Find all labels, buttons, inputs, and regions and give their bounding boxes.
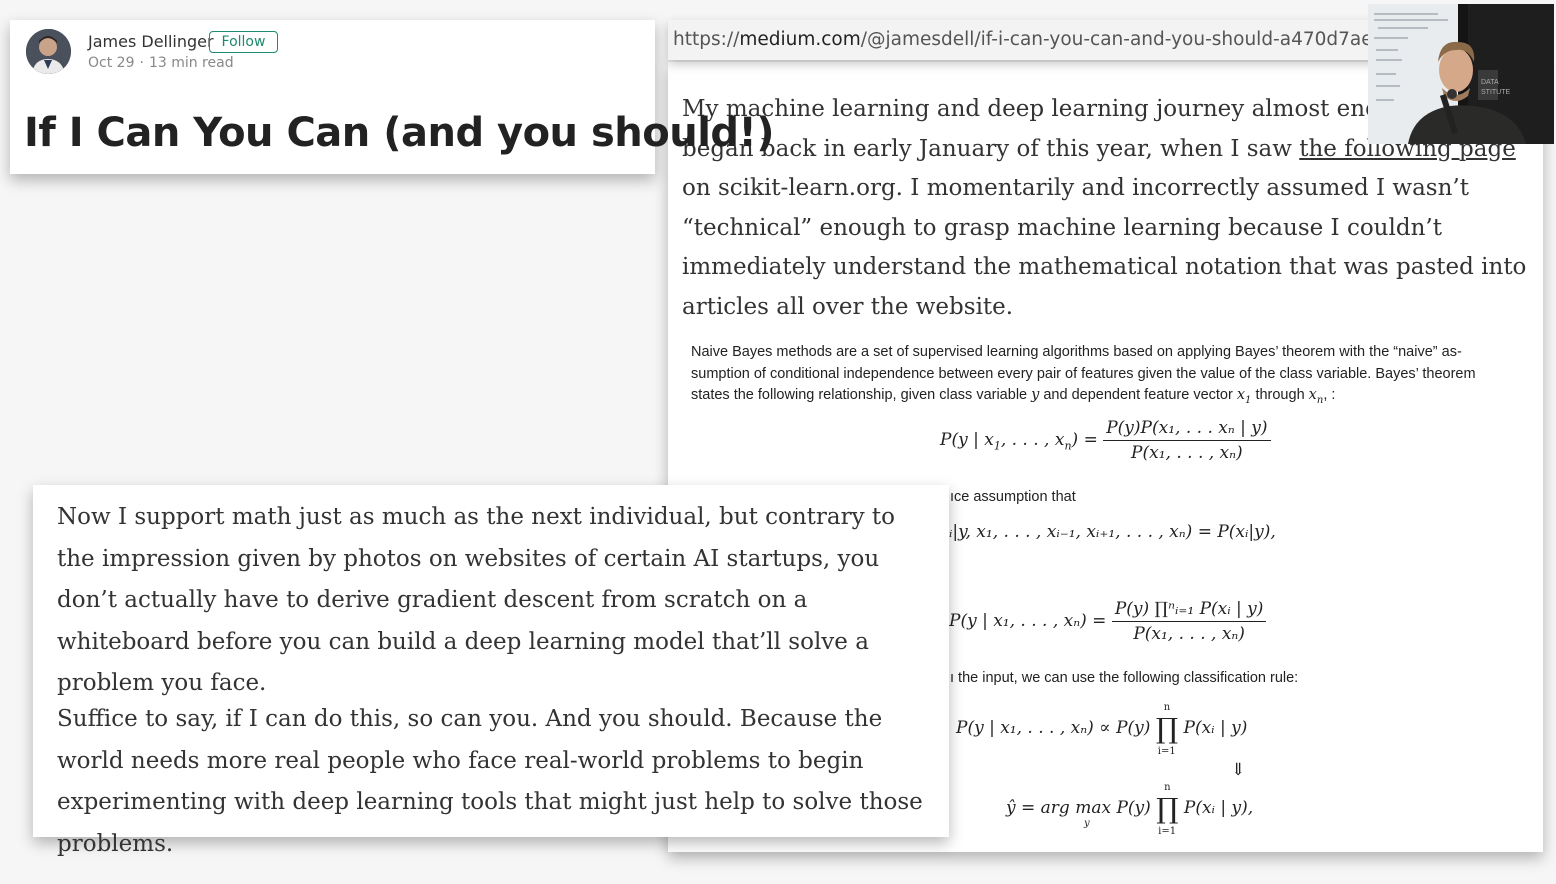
eq1-fraction: P(y)P(x₁, . . . xₙ | y) P(x₁, . . . , xₙ) [1103,418,1271,463]
independence-equation: ᵢ|y, x₁, . . . , xᵢ₋₁, xᵢ₊₁, . . . , xₙ)… [949,522,1276,542]
bayes-equation-simplified: P(y | x₁, . . . , xₙ) = P(y) ∏ⁿᵢ₌₁ P(xᵢ … [949,599,1267,644]
sklearn-intro-mid: and dependent feature vector [1039,387,1237,403]
post-date: Oct 29 [88,55,135,71]
var-x1: x1 [1236,387,1252,406]
eq1-lhs: P(y | x1, . . . , xn) = [940,430,1098,453]
post-title: If I Can You Can (and you should!) [24,110,775,156]
sklearn-intro: Naive Bayes methods are a set of supervi… [691,342,1511,411]
product-symbol-2: ∏ n i=1 [1156,782,1179,837]
browser-url-bar[interactable]: https://medium.com/@jamesdell/if-i-can-y… [668,20,1419,60]
assumption-text: ıce assumption that [950,489,1076,505]
read-time: 13 min read [148,55,234,71]
bayes-equation-1: P(y | x1, . . . , xn) = P(y)P(x₁, . . . … [940,418,1271,463]
sklearn-intro-through: through [1251,387,1309,403]
proportional-equation: P(y | x₁, . . . , xₙ) ∝ P(y) ∏ n i=1 P(xᵢ … [956,702,1248,757]
quote-card: Now I support math just as much as the n… [33,485,949,857]
webcam-overlay: DATA STITUTE [1368,4,1554,144]
argmax-equation: ŷ = arg max P(y) y ∏ n i=1 P(xᵢ | y), [1006,782,1254,837]
follow-button[interactable]: Follow [209,31,278,53]
quote-paragraph-2: Suffice to say, if I can do this, so can… [57,706,923,857]
product-symbol: ∏ n i=1 [1155,702,1179,757]
article-header-card: James Dellinger Follow Oct 29 · 13 min rea… [10,20,775,174]
quote-paragraph-1: Now I support math just as much as the n… [57,504,896,696]
eq5-left: ŷ = arg max P(y) y [1006,798,1151,829]
presenter-video: DATA STITUTE [1368,4,1554,144]
var-xn: xn [1308,387,1324,406]
article-text-part2: began back in early January of this year… [682,135,1300,162]
author-name[interactable]: James Dellinger [88,32,214,51]
svg-text:DATA: DATA [1481,79,1499,86]
classification-rule-text: ı the input, we can use the following cl… [950,670,1299,686]
post-meta: Oct 29 · 13 min read [88,55,234,71]
eq5-right: P(xᵢ | y), [1183,798,1254,818]
eq4-right: P(xᵢ | y) [1183,718,1248,738]
sklearn-intro-end: , : [1323,387,1336,403]
meta-separator: · [139,55,144,71]
eq3-lhs: P(y | x₁, . . . , xₙ) = [949,611,1107,631]
eq3-fraction: P(y) ∏ⁿᵢ₌₁ P(xᵢ | y) P(x₁, . . . , xₙ) [1111,599,1267,644]
svg-text:STITUTE: STITUTE [1481,89,1510,96]
implies-arrow: ⇓ [1231,760,1246,780]
article-text-part1: My machine learning and deep learning jo… [682,96,1431,122]
author-avatar[interactable] [26,29,71,74]
article-text-part3: on scikit-learn.org. I momentarily and i… [682,175,1527,320]
url-text[interactable]: https://medium.com/@jamesdell/if-i-can-y… [673,29,1419,50]
eq4-left: P(y | x₁, . . . , xₙ) ∝ P(y) [956,718,1151,738]
